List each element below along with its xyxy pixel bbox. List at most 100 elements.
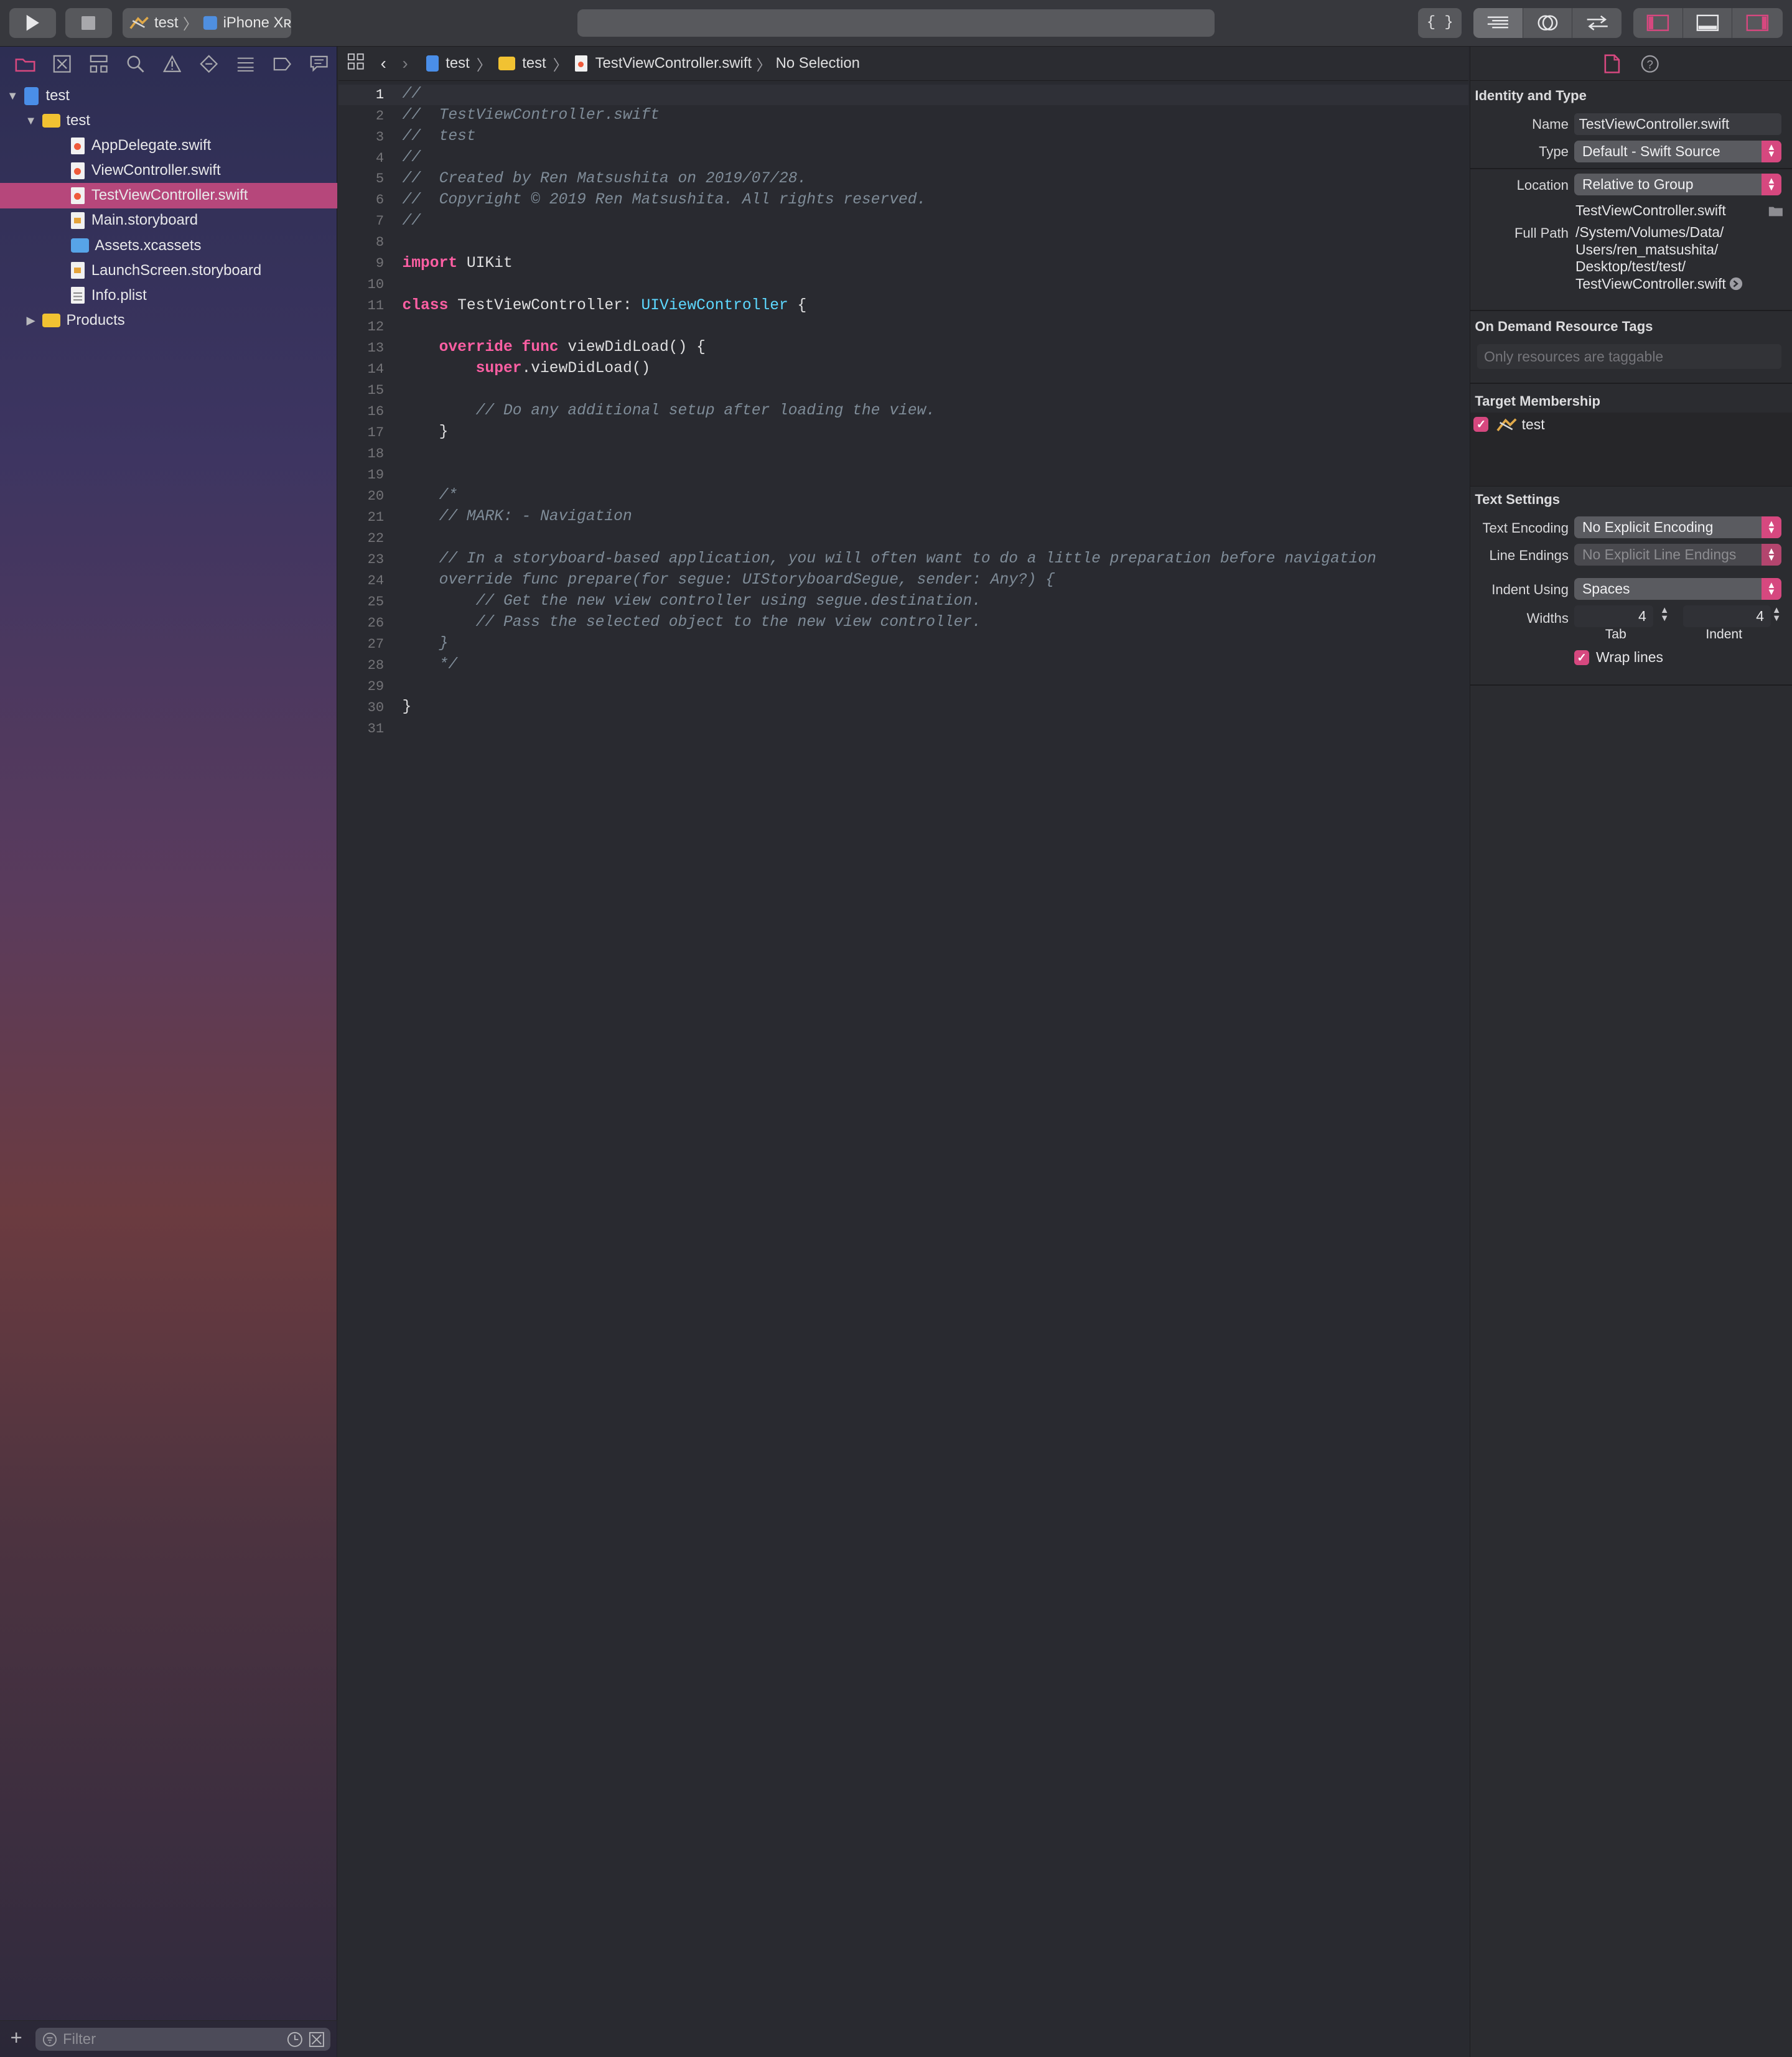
tab-tests[interactable]: [190, 50, 227, 78]
related-items-icon[interactable]: [347, 53, 365, 75]
breadcrumb-project[interactable]: test: [446, 55, 469, 72]
comment-token: //: [402, 149, 421, 166]
inspector-tabs: ?: [1470, 47, 1792, 82]
folder-reveal-icon[interactable]: [1768, 205, 1784, 217]
indent-using-label: Indent Using: [1491, 581, 1569, 597]
back-arrow-icon[interactable]: ‹: [381, 54, 386, 73]
line-number: 28: [367, 658, 385, 673]
tab-width-stepper[interactable]: ▲ ▼: [1660, 606, 1669, 623]
tab-project[interactable]: [7, 50, 44, 78]
membership-list: ✓ test: [1470, 413, 1792, 486]
code-line[interactable]: // Copyright © 2019 Ren Matsushita. All …: [403, 192, 926, 208]
overlap-circles-icon: [1538, 15, 1558, 30]
source-editor[interactable]: 1 2 3 4 5 6 7 8 9 10 11 12 13 14 15 16 17 18 19 20 21 22 23 24 2…: [338, 82, 1469, 2057]
code-line[interactable]: */: [403, 656, 458, 673]
code-line[interactable]: // MARK: - Navigation: [403, 508, 632, 525]
code-line[interactable]: super.viewDidLoad(): [403, 360, 651, 377]
stop-button[interactable]: [65, 7, 112, 38]
add-icon[interactable]: +: [11, 2027, 22, 2050]
code-line[interactable]: import UIKit: [403, 255, 513, 272]
code-line[interactable]: // Pass the selected object to the new v…: [403, 614, 981, 631]
code-line[interactable]: }: [403, 424, 449, 441]
identity-section-title: Identity and Type: [1475, 88, 1587, 104]
line-number: 13: [367, 340, 385, 357]
sidebar-item-info-plist[interactable]: Info.plist: [0, 282, 337, 307]
sidebar-item-testviewcontroller-swift[interactable]: TestViewController.swift: [0, 183, 337, 208]
tab-width-field[interactable]: 4: [1574, 605, 1653, 628]
code-line[interactable]: // test: [403, 128, 476, 145]
forward-arrow-icon[interactable]: ›: [402, 54, 408, 73]
code-line[interactable]: // Created by Ren Matsushita on 2019/07/…: [403, 170, 807, 187]
line-number: 8: [375, 235, 385, 251]
swift-file-icon: [70, 137, 85, 155]
tab-issues[interactable]: [154, 50, 190, 78]
sidebar-item-test[interactable]: ▼ test: [0, 108, 337, 133]
text-encoding-popup[interactable]: No Explicit Encoding ▲ ▼: [1574, 516, 1781, 539]
sidebar-item-launchscreen-storyboard[interactable]: LaunchScreen.storyboard: [0, 258, 337, 282]
library-button[interactable]: { }: [1418, 7, 1462, 38]
scheme-selector[interactable]: test 〉 iPhone Xʀ: [122, 7, 292, 38]
code-line[interactable]: class TestViewController: UIViewControll…: [403, 297, 807, 314]
file-inspector-icon[interactable]: [1604, 54, 1620, 73]
disclosure-open-icon[interactable]: ▼: [7, 89, 18, 102]
code-line[interactable]: /*: [403, 487, 458, 504]
tab-breakpoints[interactable]: [264, 50, 301, 78]
help-icon[interactable]: ?: [1641, 55, 1659, 73]
toggle-debug-area-button[interactable]: [1683, 7, 1733, 38]
location-popup[interactable]: Relative to Group ▲ ▼: [1574, 174, 1781, 196]
tab-source-control[interactable]: [44, 50, 80, 78]
assistant-editor-button[interactable]: [1523, 7, 1573, 38]
filter-input[interactable]: Filter: [35, 2028, 330, 2051]
line-endings-popup[interactable]: No Explicit Line Endings ▲ ▼: [1574, 544, 1781, 566]
code-line[interactable]: //: [403, 86, 421, 103]
type-popup[interactable]: Default - Swift Source ▲ ▼: [1574, 140, 1781, 162]
code-line[interactable]: }: [403, 635, 449, 652]
breadcrumb-group[interactable]: test: [522, 55, 546, 72]
sidebar-item-appdelegate-swift[interactable]: AppDelegate.swift: [0, 133, 337, 158]
sidebar-item-main-storyboard[interactable]: Main.storyboard: [0, 208, 337, 233]
reveal-arrow-icon[interactable]: [1729, 277, 1743, 291]
full-path-value: /System/Volumes/Data/ Users/ren_matsushi…: [1575, 224, 1743, 292]
code-line[interactable]: // In a storyboard-based application, yo…: [403, 551, 1376, 567]
breadcrumb-file[interactable]: TestViewController.swift: [595, 55, 752, 72]
source-control-filter-icon[interactable]: [309, 2031, 325, 2048]
tab-symbols[interactable]: [80, 50, 117, 78]
sidebar-item-assets-xcassets[interactable]: Assets.xcassets: [0, 233, 337, 258]
code-line[interactable]: // Get the new view controller using seg…: [403, 593, 981, 610]
line-number: 7: [375, 213, 385, 230]
disclosure-closed-icon[interactable]: ▶: [25, 314, 36, 327]
indent-width-field[interactable]: 4: [1682, 605, 1771, 628]
wrap-lines-checkbox[interactable]: ✓: [1574, 650, 1589, 665]
code-line[interactable]: // Do any additional setup after loading…: [403, 403, 935, 419]
code-line[interactable]: }: [403, 699, 412, 716]
run-button[interactable]: [9, 7, 56, 38]
tab-find[interactable]: [117, 50, 154, 78]
comment-token: // MARK: - Navigation: [439, 508, 632, 526]
standard-editor-button[interactable]: [1473, 7, 1524, 38]
recent-clock-icon[interactable]: [287, 2031, 303, 2048]
code-line[interactable]: override func prepare(for segue: UIStory…: [403, 572, 1055, 589]
full-path-line: /System/Volumes/Data/: [1575, 223, 1724, 240]
tab-reports[interactable]: [301, 50, 337, 78]
name-field[interactable]: TestViewController.swift: [1574, 113, 1781, 135]
code-line[interactable]: //: [403, 213, 421, 230]
keyword-token: import: [402, 254, 458, 272]
target-checkbox[interactable]: ✓: [1473, 417, 1489, 432]
sidebar-item-viewcontroller-swift[interactable]: ViewController.swift: [0, 158, 337, 183]
toggle-inspector-button[interactable]: [1732, 8, 1783, 38]
code-line[interactable]: override func viewDidLoad() {: [403, 339, 706, 356]
sidebar-item-test[interactable]: ▼ test: [0, 83, 337, 108]
breadcrumb-selection[interactable]: No Selection: [776, 55, 860, 72]
indent-width-stepper[interactable]: ▲ ▼: [1772, 606, 1781, 623]
indent-using-popup[interactable]: Spaces ▲ ▼: [1574, 578, 1781, 600]
tab-debug[interactable]: [227, 50, 264, 78]
code-line[interactable]: // TestViewController.swift: [403, 107, 660, 124]
file-inspector: ? Identity and Type Name TestViewControl…: [1469, 47, 1792, 2057]
toggle-navigator-button[interactable]: [1633, 7, 1684, 38]
sidebar-item-products[interactable]: ▶ Products: [0, 307, 337, 332]
disclosure-open-icon[interactable]: ▼: [25, 114, 37, 127]
code-line[interactable]: //: [403, 149, 421, 166]
full-path-line: TestViewController.swift: [1575, 275, 1726, 292]
version-editor-button[interactable]: [1572, 8, 1622, 38]
